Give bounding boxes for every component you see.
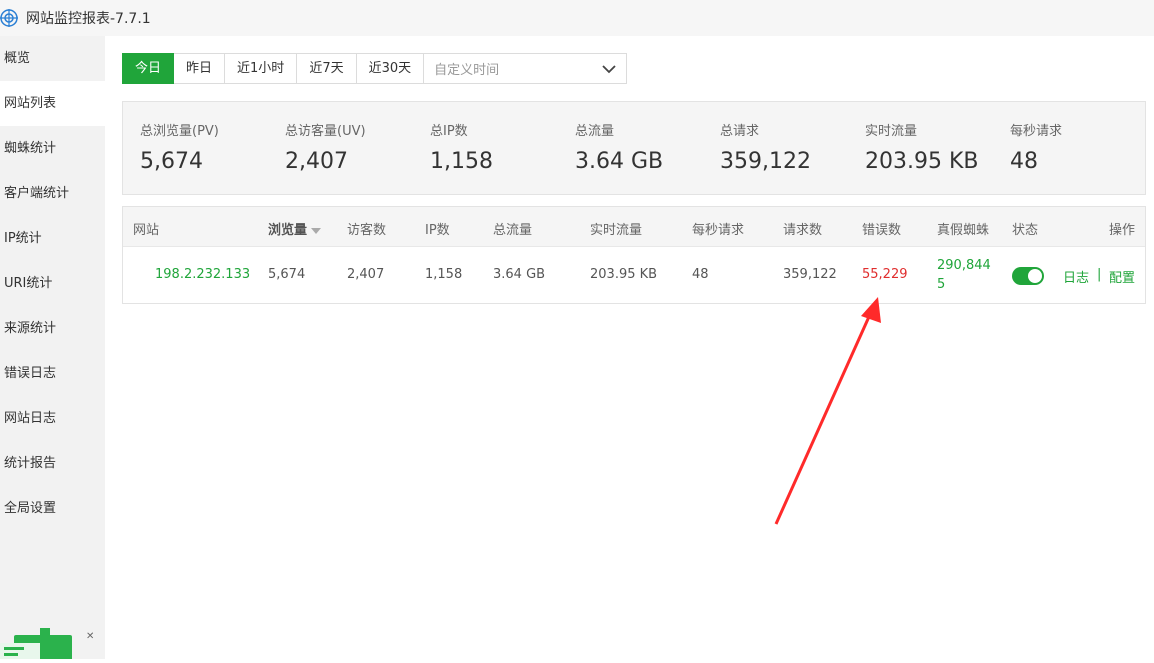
row-errors[interactable]: 55,229	[862, 267, 908, 282]
col-requests: 请求数	[783, 223, 823, 238]
row-traffic: 3.64 GB	[493, 267, 546, 282]
col-errors: 错误数	[862, 223, 902, 238]
action-separator: |	[1097, 267, 1102, 282]
stat-label: 实时流量	[865, 124, 918, 139]
sidebar-item-report[interactable]: 统计报告	[0, 441, 105, 486]
stat-total-pv: 总浏览量(PV) 5,674	[140, 120, 219, 174]
stat-label: 总请求	[720, 124, 760, 139]
col-site: 网站	[133, 223, 160, 238]
window-title: 网站监控报表-7.7.1	[26, 11, 151, 27]
sidebar-item-error-log[interactable]: 错误日志	[0, 351, 105, 396]
range-today-button[interactable]: 今日	[122, 53, 175, 84]
range-yesterday-button[interactable]: 昨日	[174, 53, 226, 84]
col-qps: 每秒请求	[692, 223, 745, 238]
stat-label: 总IP数	[430, 124, 468, 139]
stat-realtime-traffic: 实时流量 203.95 KB	[865, 120, 979, 174]
stat-label: 总浏览量(PV)	[140, 124, 219, 139]
stat-value: 203.95 KB	[865, 149, 979, 174]
sidebar-item-site-list[interactable]: 网站列表	[0, 81, 105, 126]
col-realtime: 实时流量	[590, 223, 643, 238]
promo-widget[interactable]: ✕	[0, 625, 100, 661]
stat-value: 3.64 GB	[575, 149, 664, 174]
stat-label: 总访客量(UV)	[285, 124, 366, 139]
sort-desc-icon	[311, 227, 322, 234]
row-spider-line1[interactable]: 290,844	[937, 258, 991, 273]
range-1hour-button[interactable]: 近1小时	[225, 53, 298, 84]
site-table: 网站 浏览量 访客数 IP数 总流量 实时流量 每秒请求 请求数 错误数 真假蜘…	[122, 206, 1146, 304]
config-link[interactable]: 配置	[1109, 267, 1135, 286]
stat-total-traffic: 总流量 3.64 GB	[575, 120, 663, 174]
chevron-down-icon	[602, 64, 616, 73]
sidebar-item-global-settings[interactable]: 全局设置	[0, 486, 105, 531]
promo-close-icon[interactable]: ✕	[86, 631, 94, 642]
stat-value: 5,674	[140, 149, 203, 174]
sidebar-item-referrer-stats[interactable]: 来源统计	[0, 306, 105, 351]
status-toggle[interactable]	[1012, 267, 1044, 285]
stat-total-ip: 总IP数 1,158	[430, 120, 493, 174]
col-status: 状态	[1012, 223, 1039, 238]
row-requests: 359,122	[783, 267, 837, 282]
col-uv: 访客数	[347, 223, 387, 238]
row-uv: 2,407	[347, 267, 385, 282]
sidebar-item-site-log[interactable]: 网站日志	[0, 396, 105, 441]
col-ip: IP数	[425, 223, 450, 238]
app-logo-icon	[0, 9, 18, 27]
col-traffic: 总流量	[493, 223, 533, 238]
col-spider: 真假蜘蛛	[937, 223, 990, 238]
stat-value: 359,122	[720, 149, 811, 174]
col-actions: 操作	[1109, 223, 1136, 238]
sidebar: 概览 网站列表 蜘蛛统计 客户端统计 IP统计 URI统计 来源统计 错误日志 …	[0, 36, 105, 659]
time-range-toolbar: 今日 昨日 近1小时 近7天 近30天 自定义时间	[122, 53, 628, 84]
col-pv-sortable[interactable]: 浏览量	[268, 219, 322, 238]
stat-label: 总流量	[575, 124, 615, 139]
sidebar-item-overview[interactable]: 概览	[0, 36, 105, 81]
row-pv: 5,674	[268, 267, 306, 282]
row-ip: 1,158	[425, 267, 463, 282]
stat-value: 48	[1010, 149, 1038, 174]
log-link[interactable]: 日志	[1063, 267, 1089, 286]
stat-label: 每秒请求	[1010, 124, 1063, 139]
promo-illustration-icon	[0, 628, 72, 661]
stat-total-requests: 总请求 359,122	[720, 120, 811, 174]
custom-time-picker[interactable]: 自定义时间	[424, 53, 628, 84]
stat-requests-per-second: 每秒请求 48	[1010, 120, 1062, 174]
toggle-knob	[1028, 269, 1042, 283]
col-pv-label: 浏览量	[268, 223, 308, 238]
row-qps: 48	[692, 267, 709, 282]
stat-value: 2,407	[285, 149, 348, 174]
range-7days-button[interactable]: 近7天	[297, 53, 357, 84]
stat-value: 1,158	[430, 149, 493, 174]
row-spider-line2[interactable]: 5	[937, 277, 945, 292]
summary-panel: 总浏览量(PV) 5,674 总访客量(UV) 2,407 总IP数 1,158…	[122, 101, 1146, 195]
sidebar-item-client-stats[interactable]: 客户端统计	[0, 171, 105, 216]
row-realtime: 203.95 KB	[590, 267, 658, 282]
title-bar: 网站监控报表-7.7.1	[0, 0, 1154, 36]
custom-time-placeholder: 自定义时间	[434, 63, 500, 78]
sidebar-item-uri-stats[interactable]: URI统计	[0, 261, 105, 306]
range-30days-button[interactable]: 近30天	[356, 53, 425, 84]
annotation-arrow-icon	[774, 297, 881, 525]
stat-total-uv: 总访客量(UV) 2,407	[285, 120, 366, 174]
sidebar-item-ip-stats[interactable]: IP统计	[0, 216, 105, 261]
table-header: 网站 浏览量 访客数 IP数 总流量 实时流量 每秒请求 请求数 错误数 真假蜘…	[123, 207, 1145, 247]
sidebar-item-spider-stats[interactable]: 蜘蛛统计	[0, 126, 105, 171]
row-site-link[interactable]: 198.2.232.133	[155, 267, 250, 282]
